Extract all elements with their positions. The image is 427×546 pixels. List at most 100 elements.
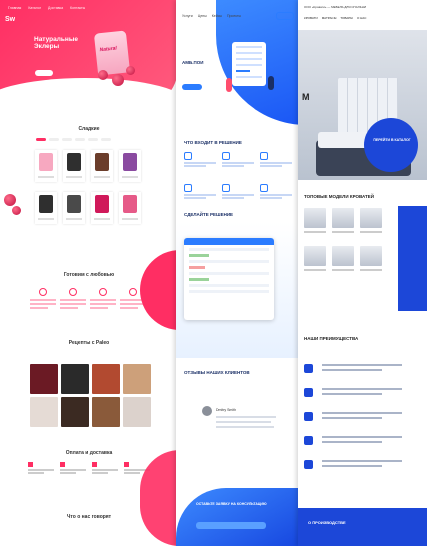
advantage-icon bbox=[304, 460, 313, 469]
recipe-photo[interactable] bbox=[92, 364, 120, 394]
nav-item[interactable]: Доставка bbox=[48, 6, 63, 10]
recipe-photo[interactable] bbox=[30, 364, 58, 394]
nav-item[interactable]: Цены bbox=[198, 14, 207, 18]
product-card[interactable] bbox=[91, 150, 113, 182]
feature-item bbox=[60, 288, 86, 328]
top-nav: Главная Каталог Доставка Контакты bbox=[8, 6, 91, 10]
features-list bbox=[30, 288, 146, 328]
category-tab[interactable] bbox=[75, 138, 85, 141]
step-icon bbox=[222, 184, 230, 192]
contact-button[interactable] bbox=[276, 12, 294, 20]
model-card[interactable] bbox=[332, 208, 354, 238]
model-image bbox=[332, 208, 354, 228]
raspberry-icon bbox=[12, 206, 21, 215]
recipe-gallery bbox=[30, 364, 151, 427]
hero-button[interactable] bbox=[182, 84, 202, 90]
feature-item bbox=[30, 288, 56, 328]
recipe-photo[interactable] bbox=[123, 397, 151, 427]
model-card[interactable] bbox=[360, 208, 382, 238]
nav-item[interactable]: Услуги bbox=[182, 14, 193, 18]
product-image bbox=[95, 153, 109, 171]
category-tab[interactable] bbox=[49, 138, 59, 141]
recipe-photo[interactable] bbox=[30, 397, 58, 427]
payment-icon bbox=[28, 462, 33, 467]
product-card[interactable] bbox=[63, 192, 85, 224]
hero-title: АМБ.ПОИ bbox=[182, 60, 204, 65]
advantage-item bbox=[304, 408, 422, 432]
logo[interactable]: Sw bbox=[5, 16, 15, 23]
step-item bbox=[222, 184, 254, 204]
product-card[interactable] bbox=[119, 150, 141, 182]
product-pack-image: Natural bbox=[93, 30, 131, 76]
raspberry-icon bbox=[4, 194, 16, 206]
footer-title: ОСТАВЬТЕ ЗАЯВКУ НА КОНСУЛЬТАЦИЮ bbox=[196, 502, 267, 506]
payment-icon bbox=[60, 462, 65, 467]
app-screen-illustration bbox=[232, 42, 266, 86]
decor-block bbox=[398, 206, 427, 311]
nav-item[interactable]: Проекты bbox=[227, 14, 241, 18]
product-image bbox=[39, 195, 53, 213]
feature-item bbox=[90, 288, 116, 328]
feature-icon bbox=[69, 288, 77, 296]
nav-item[interactable]: Контакты bbox=[70, 6, 85, 10]
nav-item[interactable]: Главная bbox=[8, 6, 21, 10]
hero-button[interactable] bbox=[35, 70, 53, 76]
model-card[interactable] bbox=[332, 246, 354, 276]
recipe-photo[interactable] bbox=[61, 397, 89, 427]
category-tab[interactable] bbox=[62, 138, 72, 141]
step-icon bbox=[222, 152, 230, 160]
step-item bbox=[260, 152, 292, 172]
product-card[interactable] bbox=[63, 150, 85, 182]
product-card[interactable] bbox=[119, 192, 141, 224]
review-card: Dmitry Smith bbox=[184, 386, 294, 456]
section-title-products: Сладкие bbox=[78, 126, 100, 132]
nav-item[interactable]: Кейсы bbox=[212, 14, 222, 18]
person-illustration bbox=[268, 76, 274, 90]
section-title-steps: ЧТО ВХОДИТ В РЕШЕНИЕ bbox=[184, 140, 242, 145]
catalog-button-label: ПЕРЕЙТИ В КАТАЛОГ bbox=[373, 138, 411, 142]
section-title-models: ТОПОВЫЕ МОДЕЛИ КРОВАТЕЙ bbox=[304, 194, 375, 199]
step-icon bbox=[184, 152, 192, 160]
advantages-list bbox=[304, 360, 422, 480]
category-tab[interactable] bbox=[101, 138, 111, 141]
model-card[interactable] bbox=[304, 246, 326, 276]
footer-input[interactable] bbox=[196, 522, 266, 529]
model-card[interactable] bbox=[304, 208, 326, 238]
nav-item[interactable]: Каталог bbox=[28, 6, 41, 10]
dashboard-header bbox=[184, 238, 274, 245]
it-services-page: Услуги Цены Кейсы Проекты АМБ.ПОИ ЧТО ВХ… bbox=[176, 0, 300, 546]
nav-item[interactable]: О НАС bbox=[357, 16, 366, 20]
model-image bbox=[360, 246, 382, 266]
catalog-button[interactable]: ПЕРЕЙТИ В КАТАЛОГ bbox=[364, 118, 418, 172]
category-tabs bbox=[36, 138, 111, 141]
nav-item[interactable]: ТОВАРЫ bbox=[340, 16, 353, 20]
product-card[interactable] bbox=[35, 192, 57, 224]
person-illustration bbox=[226, 78, 232, 92]
step-item bbox=[222, 152, 254, 172]
feature-icon bbox=[129, 288, 137, 296]
raspberry-icon bbox=[98, 70, 108, 80]
step-item bbox=[260, 184, 292, 204]
model-card[interactable] bbox=[360, 246, 382, 276]
feature-icon bbox=[39, 288, 47, 296]
nav-item[interactable]: МАТРАСЫ bbox=[322, 16, 337, 20]
raspberry-icon bbox=[112, 74, 124, 86]
product-image bbox=[123, 153, 137, 171]
category-tab[interactable] bbox=[36, 138, 46, 141]
model-image bbox=[360, 208, 382, 228]
recipe-photo[interactable] bbox=[61, 364, 89, 394]
cta-footer: ОСТАВЬТЕ ЗАЯВКУ НА КОНСУЛЬТАЦИЮ bbox=[176, 488, 300, 546]
payment-icon bbox=[124, 462, 129, 467]
product-card[interactable] bbox=[35, 150, 57, 182]
advantage-icon bbox=[304, 364, 313, 373]
recipe-photo[interactable] bbox=[92, 397, 120, 427]
step-icon bbox=[184, 184, 192, 192]
product-image bbox=[95, 195, 109, 213]
nav-item[interactable]: КРОВАТИ bbox=[304, 16, 318, 20]
dashboard-mockup bbox=[184, 238, 274, 320]
product-card[interactable] bbox=[91, 192, 113, 224]
category-tab[interactable] bbox=[88, 138, 98, 141]
product-image bbox=[67, 153, 81, 171]
recipe-photo[interactable] bbox=[123, 364, 151, 394]
section-title-reviews: ОТЗЫВЫ НАШИХ КЛИЕНТОВ bbox=[184, 370, 250, 375]
